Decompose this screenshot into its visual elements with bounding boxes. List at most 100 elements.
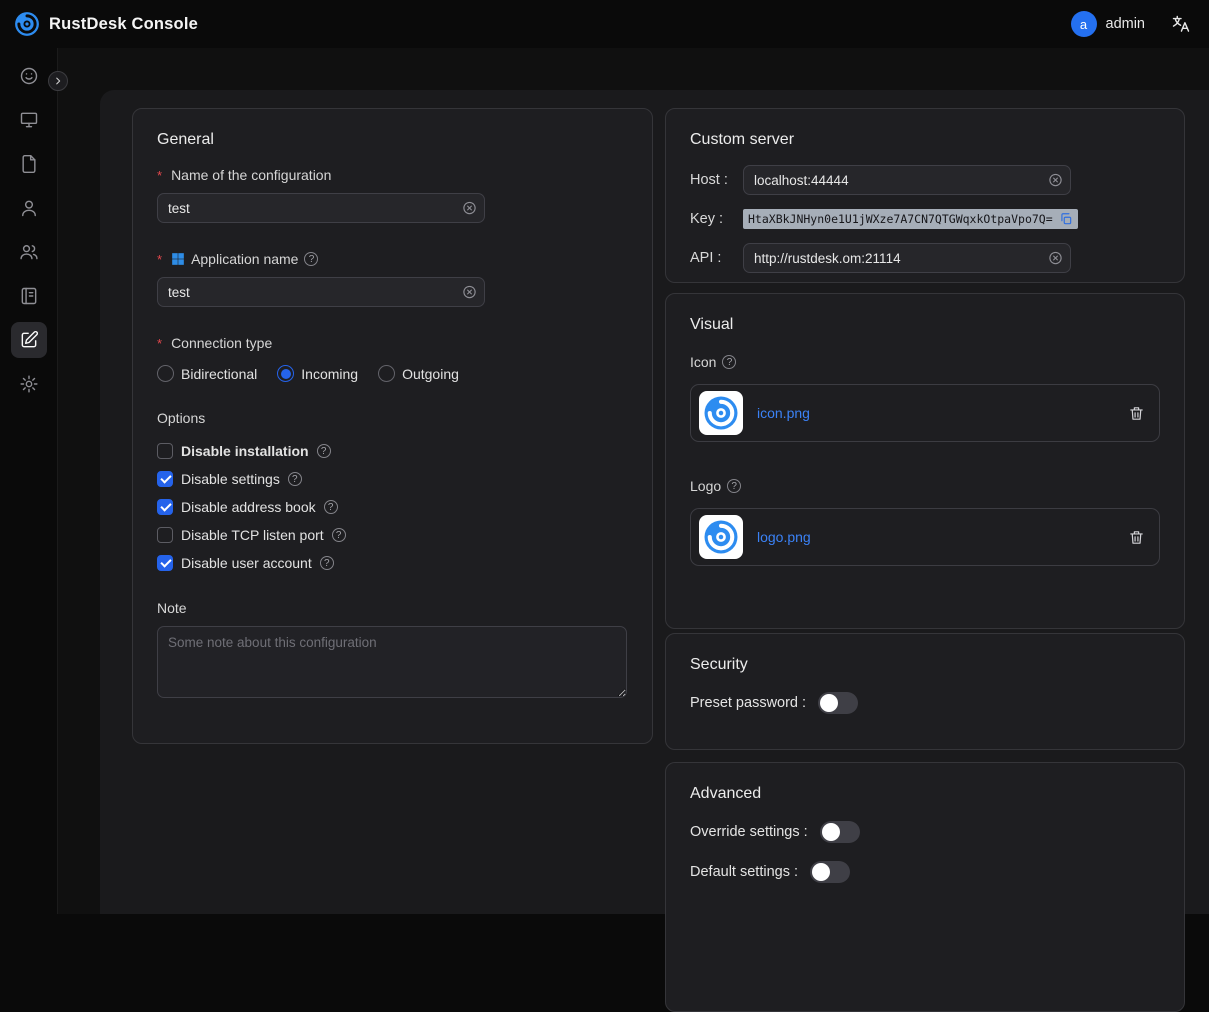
option-disable-settings[interactable]: Disable settings [157,468,628,490]
server-key-value: HtaXBkJNHyn0e1U1jWXze7A7CN7QTGWqxkOtpaVp… [743,209,1078,229]
override-settings-row: Override settings : [690,821,1160,843]
card-title-visual: Visual [690,316,1160,334]
help-icon[interactable] [332,528,346,542]
icon-label-text: Icon [690,354,716,370]
help-icon[interactable] [324,500,338,514]
radio-bidirectional[interactable]: Bidirectional [157,365,257,382]
key-row: Key : HtaXBkJNHyn0e1U1jWXze7A7CN7QTGWqxk… [690,209,1160,229]
options-list: Disable installation Disable settings Di… [157,440,628,574]
users-icon [19,242,39,262]
clear-icon[interactable] [1048,173,1063,188]
user-icon [19,198,39,218]
radio-label: Outgoing [402,366,459,382]
clear-icon[interactable] [1048,251,1063,266]
option-label: Disable address book [181,499,316,515]
config-name-label-text: Name of the configuration [171,167,331,183]
host-row: Host : [690,165,1160,195]
logo-file-box: logo.png [690,508,1160,566]
sidebar-collapse-button[interactable] [48,71,68,91]
connection-type-radio-group: Bidirectional Incoming Outgoing [157,365,628,382]
sidebar-item-users[interactable] [11,190,47,226]
radio-control[interactable] [157,365,174,382]
note-textarea[interactable] [157,626,627,698]
sidebar-item-documents[interactable] [11,146,47,182]
avatar[interactable]: a [1071,11,1097,37]
option-disable-tcp-listen-port[interactable]: Disable TCP listen port [157,524,628,546]
sidebar-item-devices[interactable] [11,102,47,138]
sidebar-item-groups[interactable] [11,234,47,270]
default-settings-label: Default settings : [690,864,798,880]
checkbox[interactable] [157,443,173,459]
option-label: Disable installation [181,443,309,459]
help-icon[interactable] [304,252,318,266]
translate-icon[interactable] [1171,14,1191,34]
trash-icon[interactable] [1128,529,1145,546]
user-name: admin [1106,16,1146,32]
radio-control[interactable] [277,365,294,382]
sidebar-item-logs[interactable] [11,278,47,314]
help-icon[interactable] [320,556,334,570]
user-menu[interactable]: a admin [1071,11,1146,37]
logo-file-link[interactable]: logo.png [757,529,811,545]
app-name-input[interactable] [157,277,485,307]
api-row: API : [690,243,1160,273]
override-settings-toggle[interactable] [820,821,860,843]
radio-incoming[interactable]: Incoming [277,365,358,382]
gear-icon [19,374,39,394]
sidebar-item-configurations[interactable] [11,322,47,358]
logo-file-thumbnail [699,515,743,559]
options-label-text: Options [157,410,205,426]
host-label: Host : [690,172,743,188]
logbook-icon [19,286,39,306]
connection-type-label-text: Connection type [171,335,272,351]
help-icon[interactable] [317,444,331,458]
checkbox[interactable] [157,499,173,515]
card-title-advanced: Advanced [690,785,1160,803]
clear-icon[interactable] [462,201,477,216]
radio-label: Incoming [301,366,358,382]
chevron-right-icon [53,76,63,86]
host-input-wrap [743,165,1071,195]
app-name-label: Application name [157,251,628,267]
windows-icon [171,252,185,266]
default-settings-row: Default settings : [690,861,1160,883]
radio-control[interactable] [378,365,395,382]
icon-label: Icon [690,354,1160,370]
radio-outgoing[interactable]: Outgoing [378,365,459,382]
top-bar: RustDesk Console a admin [0,0,1209,48]
sidebar-item-dashboard[interactable] [11,58,47,94]
preset-password-toggle[interactable] [818,692,858,714]
radio-label: Bidirectional [181,366,257,382]
config-name-label: Name of the configuration [157,167,628,183]
help-icon[interactable] [722,355,736,369]
option-disable-installation[interactable]: Disable installation [157,440,628,462]
option-disable-user-account[interactable]: Disable user account [157,552,628,574]
checkbox[interactable] [157,471,173,487]
icon-file-link[interactable]: icon.png [757,405,810,421]
config-name-input[interactable] [157,193,485,223]
note-label-text: Note [157,600,187,616]
key-text: HtaXBkJNHyn0e1U1jWXze7A7CN7QTGWqxkOtpaVp… [748,212,1053,226]
clear-icon[interactable] [462,285,477,300]
trash-icon[interactable] [1128,405,1145,422]
host-input[interactable] [743,165,1071,195]
copy-icon[interactable] [1059,212,1073,226]
card-title-general: General [157,131,628,149]
card-advanced: Advanced Override settings : Default set… [665,762,1185,1012]
checkbox[interactable] [157,527,173,543]
sidebar-item-settings[interactable] [11,366,47,402]
api-input[interactable] [743,243,1071,273]
option-label: Disable user account [181,555,312,571]
config-name-input-wrap [157,193,485,223]
card-custom-server: Custom server Host : Key : HtaXBkJNHyn0e… [665,108,1185,283]
page-background: General Name of the configuration Applic… [58,48,1209,914]
help-icon[interactable] [288,472,302,486]
icon-file-thumbnail [699,391,743,435]
smiley-icon [19,66,39,86]
monitor-icon [19,110,39,130]
help-icon[interactable] [727,479,741,493]
option-disable-address-book[interactable]: Disable address book [157,496,628,518]
app-name-label-text: Application name [191,251,298,267]
checkbox[interactable] [157,555,173,571]
default-settings-toggle[interactable] [810,861,850,883]
